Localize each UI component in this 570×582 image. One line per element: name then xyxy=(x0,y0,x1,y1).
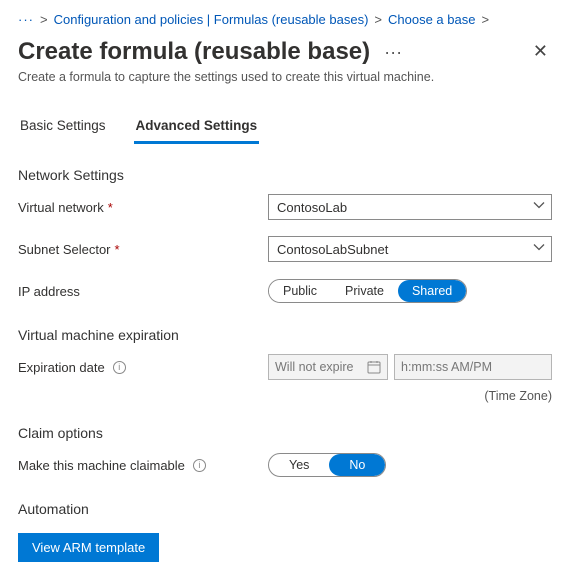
view-arm-template-button[interactable]: View ARM template xyxy=(18,533,159,562)
ip-opt-public[interactable]: Public xyxy=(269,280,331,302)
breadcrumb-sep: > xyxy=(374,12,382,27)
expiration-time-input[interactable]: h:mm:ss AM/PM xyxy=(394,354,552,380)
ip-label: IP address xyxy=(18,284,268,299)
ip-opt-private[interactable]: Private xyxy=(331,280,398,302)
vnet-select[interactable]: ContosoLab xyxy=(268,194,552,220)
info-icon[interactable]: i xyxy=(113,361,126,374)
ip-opt-shared[interactable]: Shared xyxy=(398,280,466,302)
chevron-down-icon xyxy=(533,200,545,215)
expiration-date-placeholder: Will not expire xyxy=(275,360,354,374)
subnet-value: ContosoLabSubnet xyxy=(277,242,388,257)
breadcrumb-link-choose-base[interactable]: Choose a base xyxy=(388,12,475,27)
section-network: Network Settings xyxy=(18,167,552,183)
more-actions-icon[interactable]: ··· xyxy=(384,43,402,61)
info-icon[interactable]: i xyxy=(193,459,206,472)
timezone-label: (Time Zone) xyxy=(18,389,552,403)
page-subtitle: Create a formula to capture the settings… xyxy=(18,70,552,84)
vnet-value: ContosoLab xyxy=(277,200,347,215)
expiration-time-placeholder: h:mm:ss AM/PM xyxy=(401,360,492,374)
breadcrumb-ellipsis[interactable]: ··· xyxy=(18,12,34,27)
claimable-toggle: Yes No xyxy=(268,453,386,477)
breadcrumb-link-config[interactable]: Configuration and policies | Formulas (r… xyxy=(54,12,369,27)
tabs: Basic Settings Advanced Settings xyxy=(18,112,552,145)
expiration-date-input[interactable]: Will not expire xyxy=(268,354,388,380)
page-title: Create formula (reusable base) xyxy=(18,38,370,66)
breadcrumb-sep: > xyxy=(481,12,489,27)
claimable-label: Make this machine claimable i xyxy=(18,458,268,473)
claim-opt-yes[interactable]: Yes xyxy=(269,454,329,476)
claim-opt-no[interactable]: No xyxy=(329,454,385,476)
section-vm-expiration: Virtual machine expiration xyxy=(18,327,552,343)
section-automation: Automation xyxy=(18,501,552,517)
breadcrumb-sep: > xyxy=(40,12,48,27)
subnet-label: Subnet Selector * xyxy=(18,242,268,257)
section-claim-options: Claim options xyxy=(18,425,552,441)
subnet-select[interactable]: ContosoLabSubnet xyxy=(268,236,552,262)
expiration-label: Expiration date i xyxy=(18,360,268,375)
breadcrumb: ··· > Configuration and policies | Formu… xyxy=(18,12,552,27)
tab-advanced-settings[interactable]: Advanced Settings xyxy=(134,112,260,144)
close-icon[interactable]: ✕ xyxy=(529,37,552,66)
tab-basic-settings[interactable]: Basic Settings xyxy=(18,112,108,144)
calendar-icon xyxy=(367,360,381,374)
ip-address-segmented: Public Private Shared xyxy=(268,279,467,303)
vnet-label: Virtual network * xyxy=(18,200,268,215)
chevron-down-icon xyxy=(533,242,545,257)
